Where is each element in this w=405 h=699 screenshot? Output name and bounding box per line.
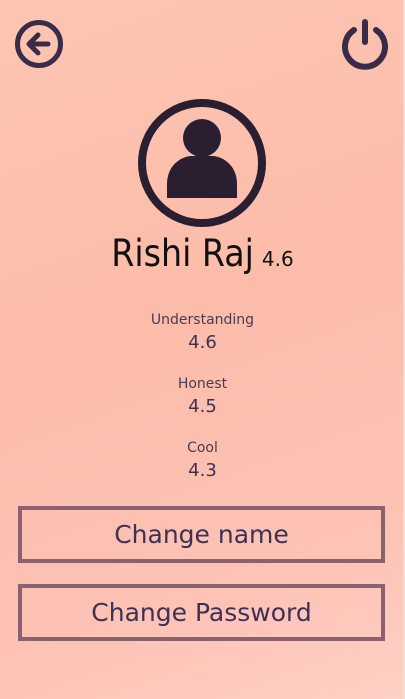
- trait-item: Understanding 4.6: [0, 310, 405, 374]
- trait-label: Understanding: [150, 312, 255, 328]
- trait-value: 4.5: [188, 396, 217, 417]
- trait-label: Honest: [177, 376, 228, 392]
- trait-label: Cool: [187, 440, 218, 456]
- trait-value: 4.6: [188, 332, 217, 353]
- profile-header: Rishi Raj 4.6: [0, 232, 405, 275]
- avatar: [137, 98, 267, 228]
- overall-rating: 4.6: [261, 247, 294, 271]
- back-button[interactable]: [14, 19, 64, 69]
- user-circle-icon: [138, 99, 266, 227]
- change-name-button[interactable]: Change name: [18, 506, 385, 563]
- arrow-left-circle-icon: [15, 20, 63, 68]
- trait-item: Cool 4.3: [0, 438, 405, 502]
- power-icon: [342, 19, 388, 70]
- trait-value: 4.3: [188, 460, 217, 481]
- profile-name: Rishi Raj: [111, 232, 254, 275]
- trait-ratings: Understanding 4.6 Honest 4.5 Cool 4.3: [0, 310, 405, 502]
- trait-item: Honest 4.5: [0, 374, 405, 438]
- logout-button[interactable]: [338, 16, 392, 72]
- change-password-button[interactable]: Change Password: [18, 584, 385, 641]
